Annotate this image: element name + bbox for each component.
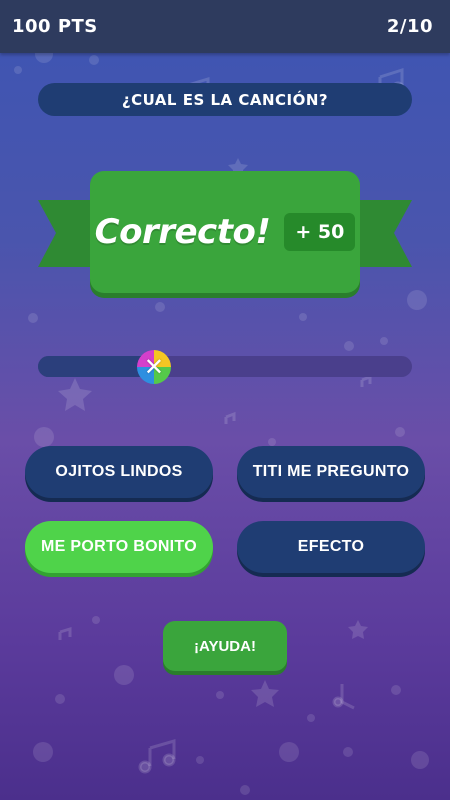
timer-progress-bar: ✕ bbox=[38, 350, 412, 384]
result-banner: Correcto! + 50 bbox=[90, 171, 360, 293]
result-title: Correcto! bbox=[94, 212, 271, 252]
knob-symbol: ✕ bbox=[143, 353, 164, 381]
question-counter: 2/10 bbox=[386, 16, 433, 37]
answer-button-4[interactable]: EFECTO bbox=[237, 521, 425, 573]
background-decorations bbox=[14, 53, 429, 795]
top-bar: 100 PTS 2/10 bbox=[0, 0, 450, 53]
points-badge: + 50 bbox=[284, 213, 356, 251]
answer-button-2[interactable]: TITI ME PREGUNTO bbox=[237, 446, 425, 498]
question-banner: ¿CUAL ES LA CANCIÓN? bbox=[38, 83, 412, 116]
answer-button-3[interactable]: ME PORTO BONITO bbox=[25, 521, 213, 573]
progress-knob-icon: ✕ bbox=[136, 350, 171, 384]
score-label: 100 PTS bbox=[12, 16, 98, 37]
answer-button-1[interactable]: OJITOS LINDOS bbox=[25, 446, 213, 498]
help-button[interactable]: ¡AYUDA! bbox=[163, 621, 287, 671]
